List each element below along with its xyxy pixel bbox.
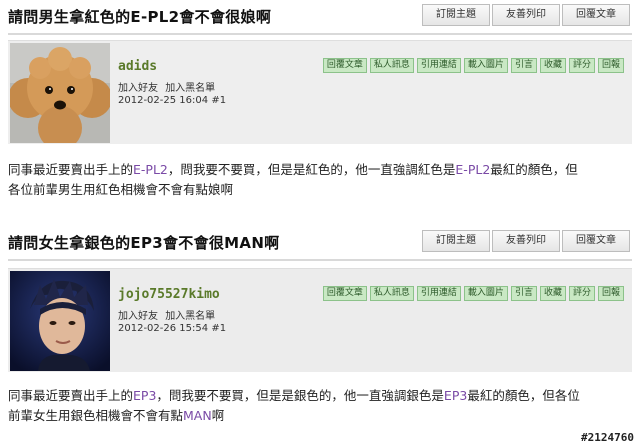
post-header: jojo75527kimo 加入好友 加入黑名單 2012-02-26 15:5… bbox=[8, 268, 632, 372]
thread-title: 請問女生拿銀色的EP3會不會很MAN啊 bbox=[8, 234, 280, 252]
post-floor: #1 bbox=[211, 95, 227, 106]
reply-thread-button[interactable]: 回覆文章 bbox=[562, 230, 630, 252]
quote-link-button[interactable]: 引用連結 bbox=[416, 58, 461, 73]
body-text: 同事最近要賣出手上的 bbox=[8, 388, 134, 403]
post-date: 2012-02-26 15:54 bbox=[118, 323, 209, 334]
report-button[interactable]: 回報 bbox=[597, 286, 624, 301]
reply-thread-button[interactable]: 回覆文章 bbox=[562, 4, 630, 26]
quote-button[interactable]: 引言 bbox=[510, 58, 537, 73]
post-meta: 2012-02-25 16:04 #1 bbox=[118, 95, 226, 106]
highlighted-term: EP3 bbox=[443, 388, 468, 403]
body-text: 最紅的顏色，但各位 bbox=[467, 388, 580, 403]
image-watermark: #2124760 bbox=[581, 431, 634, 444]
highlighted-term: E-PL2 bbox=[133, 162, 168, 177]
report-button[interactable]: 回報 bbox=[597, 58, 624, 73]
print-friendly-button[interactable]: 友善列印 bbox=[492, 230, 560, 252]
highlighted-term: EP3 bbox=[133, 388, 157, 403]
user-links: 加入好友 加入黑名單 bbox=[118, 79, 219, 94]
add-blacklist-link[interactable]: 加入黑名單 bbox=[165, 311, 215, 322]
favorite-button[interactable]: 收藏 bbox=[539, 58, 566, 73]
thread-title: 請問男生拿紅色的E-PL2會不會很娘啊 bbox=[8, 8, 272, 26]
private-message-button[interactable]: 私人訊息 bbox=[369, 58, 414, 73]
subscribe-thread-button[interactable]: 訂閱主題 bbox=[422, 230, 490, 252]
post-floor: #1 bbox=[211, 323, 227, 334]
post-action-bar: 回覆文章 私人訊息 引用連結 載入圖片 引言 收藏 評分 回報 bbox=[322, 286, 624, 302]
print-friendly-button[interactable]: 友善列印 bbox=[492, 4, 560, 26]
post-meta: 2012-02-26 15:54 #1 bbox=[118, 323, 226, 334]
post-date: 2012-02-25 16:04 bbox=[118, 95, 209, 106]
load-images-button[interactable]: 載入圖片 bbox=[463, 286, 508, 301]
post-action-bar: 回覆文章 私人訊息 引用連結 載入圖片 引言 收藏 評分 回報 bbox=[322, 58, 624, 74]
reply-post-button[interactable]: 回覆文章 bbox=[322, 58, 367, 73]
divider bbox=[8, 33, 632, 35]
post-header: adids 加入好友 加入黑名單 2012-02-25 16:04 #1 回覆文… bbox=[8, 40, 632, 144]
body-text: 最紅的顏色，但 bbox=[490, 162, 578, 177]
user-links: 加入好友 加入黑名單 bbox=[118, 307, 219, 322]
rate-button[interactable]: 評分 bbox=[568, 286, 595, 301]
reply-post-button[interactable]: 回覆文章 bbox=[322, 286, 367, 301]
body-text: 各位前輩男生用紅色相機會不會有點娘啊 bbox=[8, 182, 234, 197]
subscribe-thread-button[interactable]: 訂閱主題 bbox=[422, 4, 490, 26]
avatar-portrait[interactable] bbox=[10, 271, 110, 371]
quote-button[interactable]: 引言 bbox=[510, 286, 537, 301]
username[interactable]: adids bbox=[118, 59, 157, 74]
post-body: 同事最近要賣出手上的EP3，問我要不要買，但是是銀色的，他一直強調銀色是EP3最… bbox=[8, 386, 632, 426]
body-text: ，問我要不要買，但是是銀色的，他一直強調銀色是 bbox=[156, 388, 444, 403]
load-images-button[interactable]: 載入圖片 bbox=[463, 58, 508, 73]
thread-title-bar: 請問男生拿紅色的E-PL2會不會很娘啊 訂閱主題 友善列印 回覆文章 bbox=[0, 0, 640, 30]
body-text: 同事最近要賣出手上的 bbox=[8, 162, 134, 177]
body-text: 前輩女生用銀色相機會不會有點 bbox=[8, 408, 184, 423]
avatar-poodle[interactable] bbox=[10, 43, 110, 143]
post-body: 同事最近要賣出手上的E-PL2，問我要不要買，但是是紅色的，他一直強調紅色是E-… bbox=[8, 160, 632, 200]
favorite-button[interactable]: 收藏 bbox=[539, 286, 566, 301]
quote-link-button[interactable]: 引用連結 bbox=[416, 286, 461, 301]
add-friend-link[interactable]: 加入好友 bbox=[118, 311, 158, 322]
body-text: ，問我要不要買，但是是紅色的，他一直強調紅色是 bbox=[167, 162, 456, 177]
post-1: 請問男生拿紅色的E-PL2會不會很娘啊 訂閱主題 友善列印 回覆文章 adids… bbox=[0, 0, 640, 220]
add-blacklist-link[interactable]: 加入黑名單 bbox=[165, 83, 215, 94]
divider bbox=[8, 259, 632, 261]
rate-button[interactable]: 評分 bbox=[568, 58, 595, 73]
username[interactable]: jojo75527kimo bbox=[118, 287, 220, 302]
thread-title-bar: 請問女生拿銀色的EP3會不會很MAN啊 訂閱主題 友善列印 回覆文章 bbox=[0, 226, 640, 256]
add-friend-link[interactable]: 加入好友 bbox=[118, 83, 158, 94]
highlighted-term: MAN bbox=[183, 408, 212, 423]
private-message-button[interactable]: 私人訊息 bbox=[369, 286, 414, 301]
highlighted-term: E-PL2 bbox=[455, 162, 491, 177]
body-text: 啊 bbox=[211, 408, 225, 423]
post-2: 請問女生拿銀色的EP3會不會很MAN啊 訂閱主題 友善列印 回覆文章 jojo7… bbox=[0, 226, 640, 448]
